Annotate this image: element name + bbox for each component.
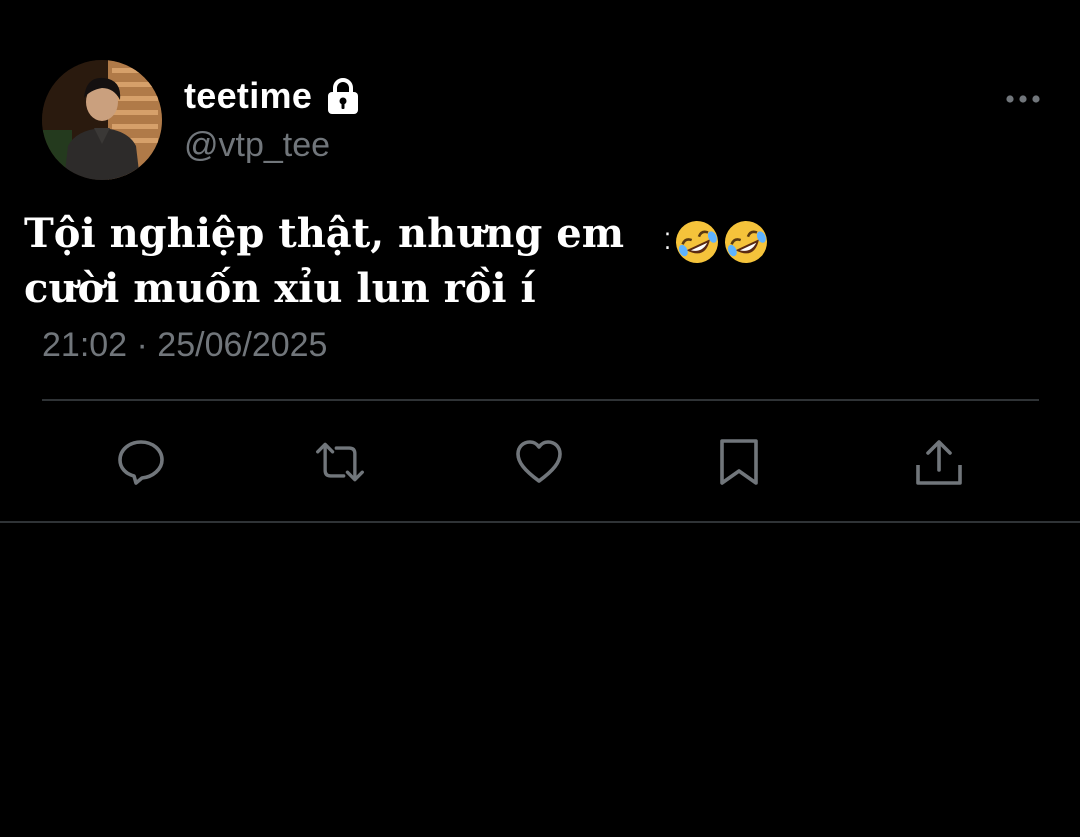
share-button[interactable] [913,436,965,488]
bookmark-icon [720,439,758,485]
author-handle[interactable]: @vtp_tee [184,126,330,165]
sparkle-mark: ⁚ [664,229,671,255]
bookmark-button[interactable] [713,436,765,488]
share-icon [916,440,962,485]
display-name[interactable]: teetime [184,75,312,117]
reply-button[interactable] [115,436,167,488]
tweet-detail-page: teetime @vtp_tee Tội nghiệp thật, nhưng … [0,0,1080,837]
tweet-text-line: cười muốn xỉu lun rồi í [24,265,536,312]
author-name-row[interactable]: teetime [184,74,360,118]
heart-icon [516,440,562,483]
rolling-laughing-emoji-icon [725,221,767,263]
divider [0,521,1080,523]
retweet-arrows-icon [316,442,364,482]
divider [42,399,1039,401]
tweet-actions-bar [0,436,1080,488]
lock-icon [326,77,360,115]
avatar[interactable] [42,60,162,180]
speech-bubble-icon [118,440,164,485]
emoji-group: ⁚ [664,216,771,268]
avatar-photo [42,60,162,180]
retweet-button[interactable] [314,436,366,488]
more-options-icon[interactable] [1004,88,1044,110]
tweet-timestamp[interactable]: 21:02 · 25/06/2025 [42,326,327,365]
rolling-laughing-emoji-icon [676,221,718,263]
like-button[interactable] [513,436,565,488]
